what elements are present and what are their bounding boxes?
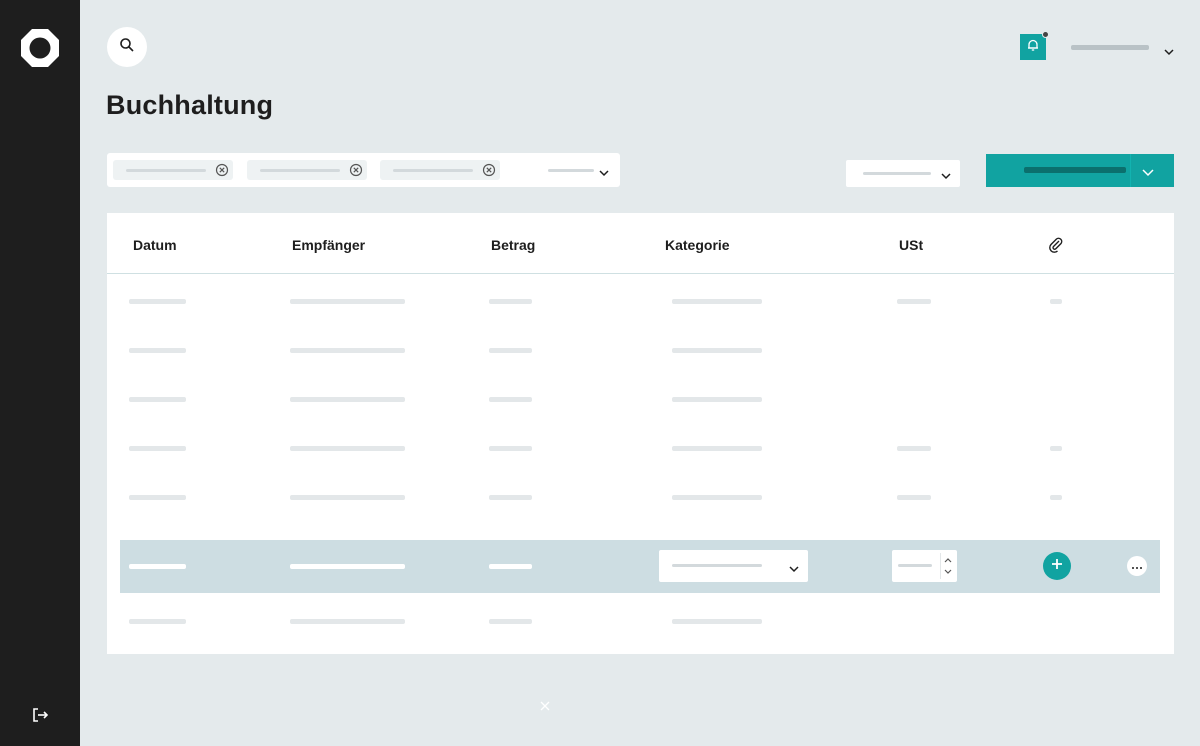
remove-circle-icon[interactable] bbox=[482, 163, 496, 177]
kategorie-select-value bbox=[672, 564, 762, 567]
column-header-empfaenger[interactable]: Empfänger bbox=[292, 237, 365, 253]
user-name-placeholder[interactable] bbox=[1071, 45, 1149, 50]
datum-cell bbox=[129, 446, 186, 451]
kategorie-cell bbox=[672, 348, 762, 353]
bell-icon bbox=[1026, 38, 1040, 57]
table-row[interactable] bbox=[107, 597, 1174, 646]
paperclip-icon bbox=[1047, 235, 1064, 253]
filter-chip-label bbox=[260, 169, 340, 172]
attachment-cell bbox=[1050, 299, 1062, 304]
column-header-ust[interactable]: USt bbox=[899, 237, 923, 253]
table-row[interactable] bbox=[107, 326, 1174, 375]
table-row[interactable] bbox=[107, 277, 1174, 326]
primary-action-label bbox=[1024, 167, 1126, 173]
ust-cell bbox=[897, 446, 931, 451]
betrag-cell bbox=[489, 495, 532, 500]
betrag-cell bbox=[489, 299, 532, 304]
plus-icon bbox=[1051, 557, 1063, 575]
table-row-selected[interactable] bbox=[120, 540, 1160, 593]
close-icon[interactable] bbox=[540, 698, 550, 711]
kategorie-cell bbox=[672, 397, 762, 402]
button-divider bbox=[1130, 154, 1131, 187]
filter-select-label bbox=[548, 169, 594, 172]
ust-cell bbox=[897, 299, 931, 304]
chevron-down-icon[interactable] bbox=[1163, 44, 1175, 56]
kategorie-cell bbox=[672, 495, 762, 500]
filter-chip[interactable] bbox=[113, 160, 233, 180]
empfaenger-cell bbox=[290, 446, 405, 451]
betrag-cell bbox=[489, 397, 532, 402]
betrag-cell bbox=[489, 446, 532, 451]
empfaenger-cell bbox=[290, 397, 405, 402]
ust-cell bbox=[897, 495, 931, 500]
kategorie-cell bbox=[672, 299, 762, 304]
ust-stepper[interactable] bbox=[892, 550, 957, 582]
remove-circle-icon[interactable] bbox=[349, 163, 363, 177]
ellipsis-icon bbox=[1131, 557, 1143, 575]
empfaenger-cell bbox=[290, 495, 405, 500]
period-select-label bbox=[863, 172, 931, 175]
datum-cell bbox=[129, 619, 186, 624]
stepper-arrows-icon[interactable] bbox=[940, 553, 954, 579]
app-logo-icon[interactable] bbox=[19, 27, 61, 69]
filter-chip-label bbox=[393, 169, 473, 172]
empfaenger-cell bbox=[290, 564, 405, 569]
primary-action-button[interactable] bbox=[986, 154, 1174, 187]
logout-icon[interactable] bbox=[31, 706, 49, 724]
chevron-down-icon bbox=[788, 561, 800, 573]
column-header-kategorie[interactable]: Kategorie bbox=[665, 237, 730, 253]
betrag-cell bbox=[489, 348, 532, 353]
filter-chip-label bbox=[126, 169, 206, 172]
chevron-down-icon[interactable] bbox=[598, 165, 610, 177]
table-header: Datum Empfänger Betrag Kategorie USt bbox=[107, 213, 1174, 274]
kategorie-cell bbox=[672, 446, 762, 451]
betrag-cell bbox=[489, 564, 532, 569]
attachment-cell bbox=[1050, 446, 1062, 451]
notifications-button[interactable] bbox=[1020, 31, 1049, 60]
table-row[interactable] bbox=[107, 473, 1174, 522]
chevron-down-icon[interactable] bbox=[1141, 165, 1155, 177]
chevron-down-icon bbox=[940, 168, 952, 180]
table-row[interactable] bbox=[107, 375, 1174, 424]
add-attachment-button[interactable] bbox=[1043, 552, 1071, 580]
remove-circle-icon[interactable] bbox=[215, 163, 229, 177]
datum-cell bbox=[129, 397, 186, 402]
column-header-betrag[interactable]: Betrag bbox=[491, 237, 535, 253]
attachment-cell bbox=[1050, 495, 1062, 500]
period-select[interactable] bbox=[846, 160, 960, 187]
betrag-cell bbox=[489, 619, 532, 624]
search-button[interactable] bbox=[107, 27, 147, 67]
notification-badge bbox=[1042, 31, 1049, 38]
empfaenger-cell bbox=[290, 299, 405, 304]
search-icon bbox=[119, 37, 135, 58]
empfaenger-cell bbox=[290, 348, 405, 353]
kategorie-cell bbox=[672, 619, 762, 624]
ust-stepper-value bbox=[898, 564, 932, 567]
transactions-table: Datum Empfänger Betrag Kategorie USt bbox=[107, 213, 1174, 654]
datum-cell bbox=[129, 299, 186, 304]
datum-cell bbox=[129, 348, 186, 353]
filter-chip[interactable] bbox=[247, 160, 367, 180]
datum-cell bbox=[129, 495, 186, 500]
filter-bar[interactable] bbox=[107, 153, 620, 187]
kategorie-select[interactable] bbox=[659, 550, 808, 582]
filter-chip[interactable] bbox=[380, 160, 500, 180]
empfaenger-cell bbox=[290, 619, 405, 624]
more-options-button[interactable] bbox=[1127, 556, 1147, 576]
column-header-datum[interactable]: Datum bbox=[133, 237, 177, 253]
sidebar bbox=[0, 0, 80, 746]
datum-cell bbox=[129, 564, 186, 569]
page-title: Buchhaltung bbox=[106, 90, 274, 120]
table-row[interactable] bbox=[107, 424, 1174, 473]
